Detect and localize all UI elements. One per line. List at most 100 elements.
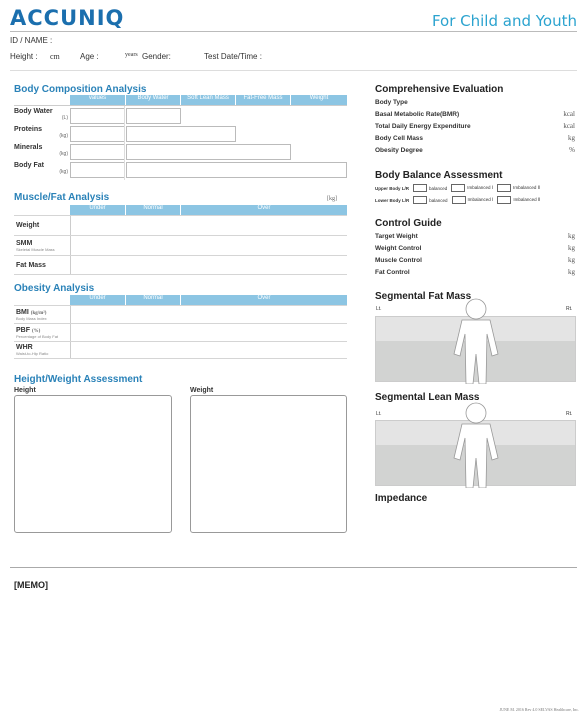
whr-bar [70,342,347,358]
pbf-label: PBF [16,326,30,334]
seg-fat-left-label: Lt. [376,306,382,312]
row-unit: kg [568,256,575,264]
col-body-water: Body Water [125,95,180,105]
row-label: Minerals [14,144,43,151]
scale-normal: Normal [125,295,180,305]
balance-row-upper: Upper Body L/R balanced Imbalanced Ⅰ Imb… [375,182,580,194]
lower-imbalanced2-checkbox[interactable] [497,196,512,204]
body-composition-table: values Body Water Soft Lean Mass Fat-Fre… [14,95,347,180]
muscle-fat-title: Muscle/Fat Analysis [14,192,110,203]
eval-row-bmr: Basal Metabolic Rate(BMR) kcal [375,108,575,120]
comprehensive-title: Comprehensive Evaluation [375,84,504,95]
body-composition-header: values Body Water Soft Lean Mass Fat-Fre… [14,95,347,105]
age-unit: years [125,52,138,58]
body-figure-icon [453,298,499,384]
info-divider [10,70,577,71]
control-row-fat: Fat Control kg [375,266,575,278]
row-unit: kcal [563,122,575,130]
patient-info-line: Height : cm Age : years Gender: Test Dat… [10,52,262,61]
age-label: Age : [80,52,99,61]
row-label: PBF (%) Percentage of Body Fat [14,327,70,339]
control-row-weight: Weight Control kg [375,242,575,254]
col-fat-free-mass: Fat-Free Mass [235,95,290,105]
whr-sub: Waist-to-Hip Ratio [16,351,49,356]
height-chart-box [14,395,172,533]
obesity-chart: Under Normal Over BMI (kg/m²) Body Mass I… [14,295,347,359]
pbf-bar [70,324,347,341]
balance-row-lower: Lower Body L/R balanced Imbalanced Ⅰ Imb… [375,194,580,206]
muscle-fat-row-weight: Weight [14,215,347,235]
balanced-label: balanced [429,185,448,191]
row-unit: % [569,146,575,154]
obesity-row-bmi: BMI (kg/m²) Body Mass Index [14,305,347,323]
row-label: SMM Skeletal Muscle Mass [14,240,70,252]
row-unit: kg [568,268,575,276]
gender-label: Gender: [142,52,171,61]
scale-under: Under [70,295,125,305]
scale-under: Under [70,205,125,215]
muscle-fat-scale: Under Normal Over [14,205,347,215]
row-label: BMI (kg/m²) Body Mass Index [14,309,70,321]
composition-row-body-water: Body Water (L) [14,108,70,121]
row-label: Body Fat [14,162,44,169]
row-unit: (kg) [59,133,68,139]
composition-row-minerals: Minerals (kg) [14,144,70,157]
obesity-title: Obesity Analysis [14,283,95,294]
row-unit: kg [568,244,575,252]
upper-imbalanced2-checkbox[interactable] [497,184,512,192]
row-unit: kcal [563,110,575,118]
hw-assessment-title: Height/Weight Assessment [14,374,143,385]
row-label: Fat Mass [16,261,46,269]
weight-chart-label: Weight [190,387,214,394]
imbalanced2-label: Imbalanced Ⅱ [513,197,541,202]
id-name-label: ID / NAME : [10,36,53,45]
imbalanced2-label: Imbalanced Ⅱ [513,185,540,190]
control-row-target-weight: Target Weight kg [375,230,575,242]
row-label: WHR Waist-to-Hip Ratio [14,344,70,356]
control-row-muscle: Muscle Control kg [375,254,575,266]
tagline: For Child and Youth [431,12,577,30]
lower-balanced-checkbox[interactable] [413,196,428,204]
height-label: Height : [10,52,38,61]
col-values: values [70,95,125,105]
height-unit: cm [50,52,60,61]
body-composition-title: Body Composition Analysis [14,84,147,95]
seg-lean-right-label: Rt. [566,411,573,417]
value-cell [70,126,125,142]
eval-row-tdee: Total Daily Energy Expenditure kcal [375,120,575,132]
upper-imbalanced1-checkbox[interactable] [451,184,466,192]
col-soft-lean-mass: Soft Lean Mass [180,95,235,105]
weight-chart-box [190,395,347,533]
pbf-unit: (%) [31,328,41,334]
muscle-fat-unit: [kg] [327,196,337,202]
row-label: Weight Control [375,244,422,252]
balanced-label: balanced [429,197,448,203]
memo-divider [10,567,577,568]
control-guide-list: Target Weight kg Weight Control kg Muscle … [375,230,575,278]
weight-box [126,162,347,178]
upper-balanced-checkbox[interactable] [413,184,428,192]
memo-title: [MEMO] [14,580,48,590]
row-unit: (kg) [59,151,68,157]
impedance-title: Impedance [375,493,428,504]
smm-sub: Skeletal Muscle Mass [16,246,55,252]
test-date-label: Test Date/Time : [204,52,262,61]
row-label: Weight [16,222,40,229]
row-label: Body Water [14,108,53,115]
muscle-fat-chart: Under Normal Over Weight SMM Skeletal Mus… [14,205,347,275]
row-unit: (L) [61,115,68,121]
fat-free-mass-box [126,144,291,160]
lower-imbalanced1-checkbox[interactable] [451,196,466,204]
body-composition-body: Body Water (L) Proteins (kg) Minerals (k… [14,105,347,180]
row-label: Muscle Control [375,256,422,264]
row-unit: kg [568,232,575,240]
comprehensive-list: Body Type Basal Metabolic Rate(BMR) kcal … [375,96,575,156]
bmi-sub: Body Mass Index [16,315,47,321]
row-label: Total Daily Energy Expenditure [375,122,471,130]
fat-mass-bar [70,256,347,274]
muscle-fat-row-smm: SMM Skeletal Muscle Mass [14,235,347,255]
memo-area[interactable] [14,594,576,694]
col-weight: Weight [290,95,347,105]
lower-label: Lower Body L/R [375,197,410,203]
composition-row-proteins: Proteins (kg) [14,126,70,139]
